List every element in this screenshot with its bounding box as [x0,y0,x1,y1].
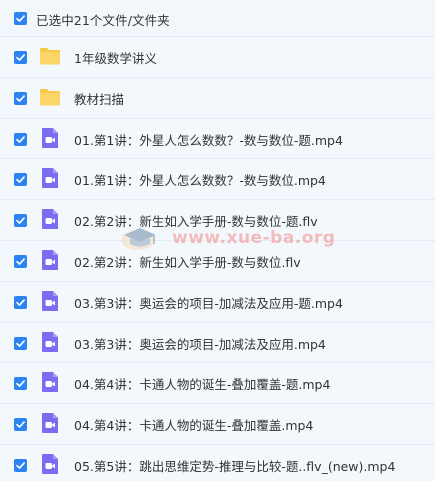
list-item[interactable]: 03.第3讲：奥运会的项目-加减法及应用.mp4 [0,321,435,363]
video-file-icon [39,208,61,230]
checkmark-icon [16,299,25,306]
item-checkbox[interactable] [14,336,27,350]
list-item[interactable]: 1年级数学讲义 [0,36,435,77]
selection-count-label: 已选中21个文件/文件夹 [36,13,170,28]
list-item[interactable]: 05.第5讲：跳出思维定势-推理与比较-题..flv_(new).mp4 [0,443,435,481]
video-file-icon [39,453,61,475]
file-name: 教材扫描 [74,91,125,107]
file-name: 1年级数学讲义 [74,51,157,66]
checkmark-icon [16,135,25,143]
file-name: 01.第1讲：外星人怎么数数？-数与数位.mp4 [74,173,326,189]
file-name: 04.第4讲：卡通人物的诞生-叠加覆盖-题.mp4 [74,377,331,393]
item-checkbox[interactable] [14,91,27,105]
checkmark-icon [16,217,25,225]
video-file-icon [39,127,61,149]
file-list: 1年级数学讲义 教材扫描 01.第1讲：外星人怎么数数？-数与数位-题.mp4 [0,36,435,481]
item-checkbox[interactable] [14,173,27,187]
item-checkbox[interactable] [14,254,27,268]
list-item[interactable]: 02.第2讲：新生如入学手册-数与数位-题.flv [0,199,435,240]
video-file-icon [39,412,61,434]
list-item[interactable]: 04.第4讲：卡通人物的诞生-叠加覆盖-题.mp4 [0,362,435,404]
file-name: 01.第1讲：外星人怎么数数？-数与数位-题.mp4 [74,132,343,148]
item-checkbox[interactable] [14,377,27,391]
file-name: 05.第5讲：跳出思维定势-推理与比较-题..flv_(new).mp4 [74,458,396,474]
file-name: 02.第2讲：新生如入学手册-数与数位.flv [74,254,301,270]
item-checkbox[interactable] [14,214,27,228]
folder-icon [39,45,61,67]
checkmark-icon [16,421,25,429]
checkmark-icon [16,176,25,184]
selection-header: 已选中21个文件/文件夹 [0,0,435,36]
video-file-icon [39,167,61,189]
select-all-checkbox[interactable] [14,12,27,25]
list-item[interactable]: 01.第1讲：外星人怎么数数？-数与数位.mp4 [0,158,435,200]
list-item[interactable]: 01.第1讲：外星人怎么数数？-数与数位-题.mp4 [0,117,435,159]
checkmark-icon [16,15,25,22]
file-selection-panel: 已选中21个文件/文件夹 1年级数学讲义 教材扫描 01.第1讲：外星人怎么数数… [0,0,435,481]
checkmark-icon [16,380,25,388]
item-checkbox[interactable] [14,132,27,146]
list-item[interactable]: 02.第2讲：新生如入学手册-数与数位.flv [0,239,435,281]
checkmark-icon [16,54,25,61]
checkmark-icon [16,95,25,102]
checkmark-icon [16,258,25,265]
video-file-icon [39,249,61,271]
file-name: 04.第4讲：卡通人物的诞生-叠加覆盖.mp4 [74,418,314,434]
file-name: 03.第3讲：奥运会的项目-加减法及应用-题.mp4 [74,295,343,311]
item-checkbox[interactable] [14,51,27,64]
list-item[interactable]: 教材扫描 [0,76,435,118]
checkmark-icon [16,339,25,347]
list-item[interactable]: 03.第3讲：奥运会的项目-加减法及应用-题.mp4 [0,280,435,322]
list-item[interactable]: 04.第4讲：卡通人物的诞生-叠加覆盖.mp4 [0,403,435,444]
item-checkbox[interactable] [14,458,27,472]
video-file-icon [39,290,61,312]
file-name: 03.第3讲：奥运会的项目-加减法及应用.mp4 [74,336,326,352]
folder-icon [39,86,61,108]
item-checkbox[interactable] [14,418,27,432]
item-checkbox[interactable] [14,295,27,309]
video-file-icon [39,331,61,353]
checkmark-icon [16,462,25,469]
file-name: 02.第2讲：新生如入学手册-数与数位-题.flv [74,214,318,230]
video-file-icon [39,371,61,393]
